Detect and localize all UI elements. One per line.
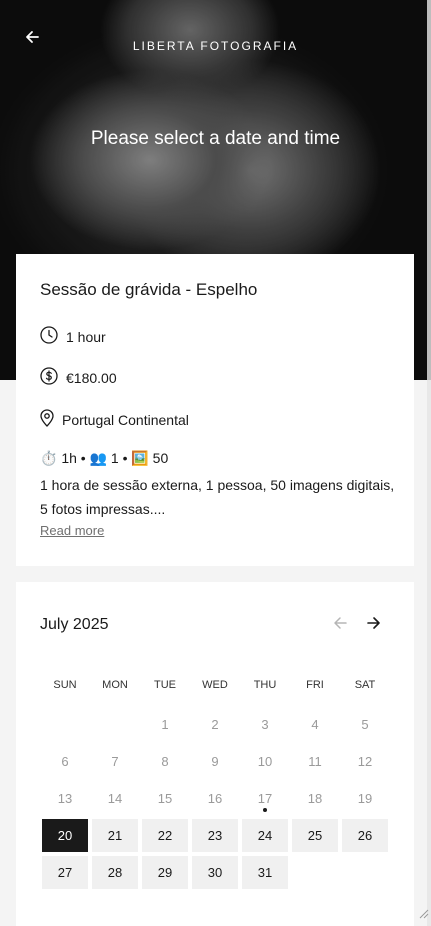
service-description: 1 hora de sessão externa, 1 pessoa, 50 i… xyxy=(40,477,395,517)
page-title: Please select a date and time xyxy=(90,128,341,149)
day-number: 28 xyxy=(107,865,123,880)
day-cell: 6 xyxy=(42,745,88,778)
scrollbar-thumb[interactable] xyxy=(427,0,431,380)
day-number: 15 xyxy=(157,791,173,806)
day-number: 13 xyxy=(57,791,73,806)
arrow-left-icon xyxy=(332,615,348,636)
location-text: Portugal Continental xyxy=(62,411,189,428)
day-cell[interactable]: 30 xyxy=(192,856,238,889)
brand-name[interactable]: LIBERTA FOTOGRAFIA xyxy=(0,39,431,53)
day-cell: 3 xyxy=(242,708,288,741)
day-number: 17 xyxy=(257,791,273,806)
weekday-label: TUE xyxy=(154,679,176,691)
day-number: 1 xyxy=(161,717,169,732)
day-number: 5 xyxy=(361,717,369,732)
weekday-label: SAT xyxy=(354,679,376,691)
service-summary: ⏱️ 1h • 👥 1 • 🖼️ 50 xyxy=(40,450,169,466)
day-number: 18 xyxy=(307,791,323,806)
day-number: 14 xyxy=(107,791,123,806)
day-cell[interactable]: 24 xyxy=(242,819,288,852)
location-row: Portugal Continental xyxy=(40,409,189,430)
days-grid: 1 2 3 4 5 6 7 8 9 10 11 12 13 14 15 16 17 18 19 20 21 22 23 24 2… xyxy=(40,706,390,891)
day-cell: 11 xyxy=(292,745,338,778)
location-pin-icon xyxy=(40,409,62,430)
service-title: Sessão de grávida - Espelho xyxy=(40,280,258,299)
day-number: 9 xyxy=(211,754,219,769)
day-number: 19 xyxy=(357,791,373,806)
day-number: 25 xyxy=(307,828,323,843)
day-number: 2 xyxy=(211,717,219,732)
calendar-card: July 2025 SUN MON TUE WED THU FRI SAT 12345678… xyxy=(16,582,414,926)
day-cell[interactable]: 31 xyxy=(242,856,288,889)
day-cell[interactable]: 23 xyxy=(192,819,238,852)
day-number: 16 xyxy=(207,791,223,806)
day-number: 4 xyxy=(311,717,319,732)
day-number: 21 xyxy=(107,828,123,843)
month-label: July 2025 xyxy=(40,616,109,633)
weekday-label: MON xyxy=(102,679,128,691)
day-cell: 16 xyxy=(192,782,238,815)
day-cell[interactable]: 25 xyxy=(292,819,338,852)
day-number: 12 xyxy=(357,754,373,769)
day-selected[interactable]: 20 xyxy=(42,819,88,852)
day-number: 26 xyxy=(357,828,373,843)
today-indicator xyxy=(263,808,267,812)
day-cell: 5 xyxy=(342,708,388,741)
day-number: 20 xyxy=(57,828,73,843)
day-cell[interactable]: 27 xyxy=(42,856,88,889)
weekday-header: SUN MON TUE WED THU FRI SAT xyxy=(40,679,390,691)
duration-text: 1 hour xyxy=(66,328,106,345)
day-cell: 1 xyxy=(142,708,188,741)
price-text: €180.00 xyxy=(66,369,117,386)
day-cell: 15 xyxy=(142,782,188,815)
day-cell[interactable]: 26 xyxy=(342,819,388,852)
day-cell[interactable]: 22 xyxy=(142,819,188,852)
dollar-icon xyxy=(40,367,66,388)
day-number: 30 xyxy=(207,865,223,880)
day-number: 22 xyxy=(157,828,173,843)
day-number: 31 xyxy=(257,865,273,880)
day-number: 10 xyxy=(257,754,273,769)
day-number: 7 xyxy=(111,754,119,769)
day-cell: 12 xyxy=(342,745,388,778)
day-cell: 4 xyxy=(292,708,338,741)
next-month-button[interactable] xyxy=(363,614,385,636)
weekday-label: WED xyxy=(202,679,228,691)
day-cell[interactable]: 29 xyxy=(142,856,188,889)
weekday-label: THU xyxy=(253,679,277,691)
day-cell: 2 xyxy=(192,708,238,741)
resize-handle-icon[interactable] xyxy=(419,906,429,924)
prev-month-button[interactable] xyxy=(329,614,351,636)
day-cell: 13 xyxy=(42,782,88,815)
day-number: 3 xyxy=(261,717,269,732)
day-cell: 18 xyxy=(292,782,338,815)
day-cell: 14 xyxy=(92,782,138,815)
day-number: 29 xyxy=(157,865,173,880)
day-cell: 17 xyxy=(242,782,288,815)
day-cell: 7 xyxy=(92,745,138,778)
duration-row: 1 hour xyxy=(40,326,106,347)
day-number: 27 xyxy=(57,865,73,880)
arrow-right-icon xyxy=(366,615,382,636)
weekday-label: SUN xyxy=(53,679,77,691)
day-number: 6 xyxy=(61,754,69,769)
weekday-label: FRI xyxy=(306,679,324,691)
day-number: 24 xyxy=(257,828,273,843)
day-number: 11 xyxy=(308,754,322,769)
day-number: 8 xyxy=(161,754,169,769)
clock-icon xyxy=(40,326,66,347)
day-number: 23 xyxy=(207,828,223,843)
day-cell: 10 xyxy=(242,745,288,778)
day-cell: 8 xyxy=(142,745,188,778)
price-row: €180.00 xyxy=(40,367,117,388)
day-cell[interactable]: 28 xyxy=(92,856,138,889)
day-cell: 19 xyxy=(342,782,388,815)
day-cell[interactable]: 21 xyxy=(92,819,138,852)
service-card: Sessão de grávida - Espelho 1 hour €180.… xyxy=(16,254,414,566)
read-more-link[interactable]: Read more xyxy=(40,523,104,538)
day-cell: 9 xyxy=(192,745,238,778)
